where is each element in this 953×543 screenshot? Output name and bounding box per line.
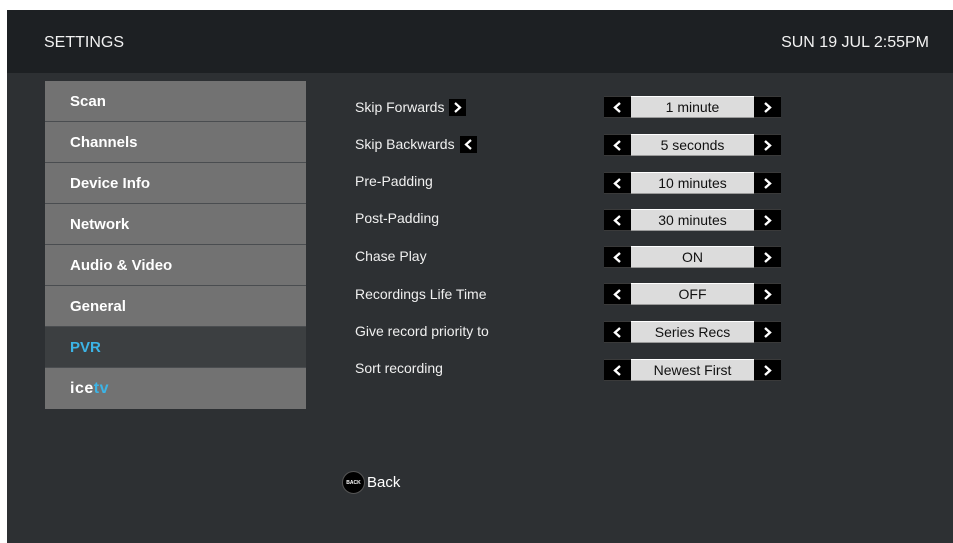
chevron-left-icon (613, 288, 621, 300)
menu-item-pvr[interactable]: PVR (45, 327, 306, 368)
chevron-left-icon (613, 101, 621, 113)
setting-label-text: Recordings Life Time (355, 286, 487, 302)
icetv-logo-part2: tv (93, 379, 109, 397)
selector-chase-play: ON (604, 246, 781, 268)
increment-arrow[interactable] (754, 209, 781, 231)
selector-skip-forwards: 1 minute (604, 96, 781, 118)
setting-label-text: Skip Backwards (355, 136, 455, 152)
menu-item-scan[interactable]: Scan (45, 81, 306, 122)
setting-label-text: Give record priority to (355, 323, 489, 339)
increment-arrow[interactable] (754, 134, 781, 156)
header-bar: SETTINGS SUN 19 JUL 2:55PM (7, 10, 953, 73)
menu-item-audio-video[interactable]: Audio & Video (45, 245, 306, 286)
icetv-logo: icetv (70, 380, 109, 398)
menu-item-label: PVR (70, 338, 101, 356)
menu-item-general[interactable]: General (45, 286, 306, 327)
decrement-arrow[interactable] (604, 283, 631, 305)
setting-label-text: Post-Padding (355, 210, 440, 226)
chevron-left-icon (459, 135, 477, 153)
page-title: SETTINGS (44, 34, 125, 51)
decrement-arrow[interactable] (604, 172, 631, 194)
selector-record-priority: Series Recs (604, 321, 781, 343)
increment-arrow[interactable] (754, 283, 781, 305)
back-button[interactable]: BACK Back (342, 471, 400, 494)
settings-screen: SETTINGS SUN 19 JUL 2:55PM Scan Channels… (7, 10, 953, 543)
setting-label-text: Skip Forwards (355, 99, 445, 115)
menu-item-channels[interactable]: Channels (45, 122, 306, 163)
chevron-left-icon (613, 326, 621, 338)
chevron-left-icon (613, 177, 621, 189)
setting-value: Newest First (631, 359, 754, 381)
increment-arrow[interactable] (754, 172, 781, 194)
setting-label-text: Chase Play (355, 248, 427, 264)
setting-label-post-padding: Post-Padding (355, 208, 439, 228)
setting-value: ON (631, 246, 754, 268)
selector-pre-padding: 10 minutes (604, 172, 781, 194)
chevron-left-icon (613, 139, 621, 151)
setting-label-record-priority: Give record priority to (355, 321, 489, 341)
menu-item-label: Scan (70, 92, 106, 110)
chevron-left-icon (613, 251, 621, 263)
setting-label-sort-recording: Sort recording (355, 358, 443, 378)
setting-value: 5 seconds (631, 134, 754, 156)
setting-value: 10 minutes (631, 172, 754, 194)
chevron-left-icon (613, 214, 621, 226)
menu-item-label: Audio & Video (70, 256, 173, 274)
icetv-logo-part1: ice (70, 379, 94, 397)
decrement-arrow[interactable] (604, 96, 631, 118)
setting-value: OFF (631, 283, 754, 305)
increment-arrow[interactable] (754, 246, 781, 268)
menu-item-label: Channels (70, 133, 138, 151)
selector-recordings-life-time: OFF (604, 283, 781, 305)
decrement-arrow[interactable] (604, 246, 631, 268)
setting-label-skip-backwards: Skip Backwards (355, 134, 477, 154)
increment-arrow[interactable] (754, 321, 781, 343)
decrement-arrow[interactable] (604, 359, 631, 381)
chevron-right-icon (764, 139, 772, 151)
setting-label-text: Sort recording (355, 360, 443, 376)
back-label: Back (367, 474, 401, 491)
chevron-left-icon (613, 364, 621, 376)
chevron-right-icon (764, 288, 772, 300)
selector-skip-backwards: 5 seconds (604, 134, 781, 156)
menu-item-label: Device Info (70, 174, 151, 192)
setting-label-text: Pre-Padding (355, 173, 433, 189)
date-time: SUN 19 JUL 2:55PM (781, 34, 929, 51)
chevron-right-icon (764, 251, 772, 263)
chevron-right-icon (764, 364, 772, 376)
menu-item-network[interactable]: Network (45, 204, 306, 245)
menu-item-device-info[interactable]: Device Info (45, 163, 306, 204)
chevron-right-icon (449, 98, 467, 116)
menu-item-label: Network (70, 215, 130, 233)
selector-post-padding: 30 minutes (604, 209, 781, 231)
menu-item-label: General (70, 297, 126, 315)
chevron-right-icon (764, 326, 772, 338)
decrement-arrow[interactable] (604, 321, 631, 343)
increment-arrow[interactable] (754, 96, 781, 118)
menu-item-icetv[interactable]: icetv (45, 368, 306, 409)
decrement-arrow[interactable] (604, 209, 631, 231)
setting-value: 1 minute (631, 96, 754, 118)
settings-menu: Scan Channels Device Info Network Audio … (45, 81, 306, 409)
setting-label-chase-play: Chase Play (355, 246, 427, 266)
back-key-icon: BACK (342, 471, 365, 494)
setting-label-pre-padding: Pre-Padding (355, 171, 433, 191)
setting-value: Series Recs (631, 321, 754, 343)
increment-arrow[interactable] (754, 359, 781, 381)
chevron-right-icon (764, 101, 772, 113)
decrement-arrow[interactable] (604, 134, 631, 156)
setting-label-skip-forwards: Skip Forwards (355, 97, 467, 117)
selector-sort-recording: Newest First (604, 359, 781, 381)
chevron-right-icon (764, 214, 772, 226)
chevron-right-icon (764, 177, 772, 189)
setting-label-recordings-life-time: Recordings Life Time (355, 284, 487, 304)
setting-value: 30 minutes (631, 209, 754, 231)
